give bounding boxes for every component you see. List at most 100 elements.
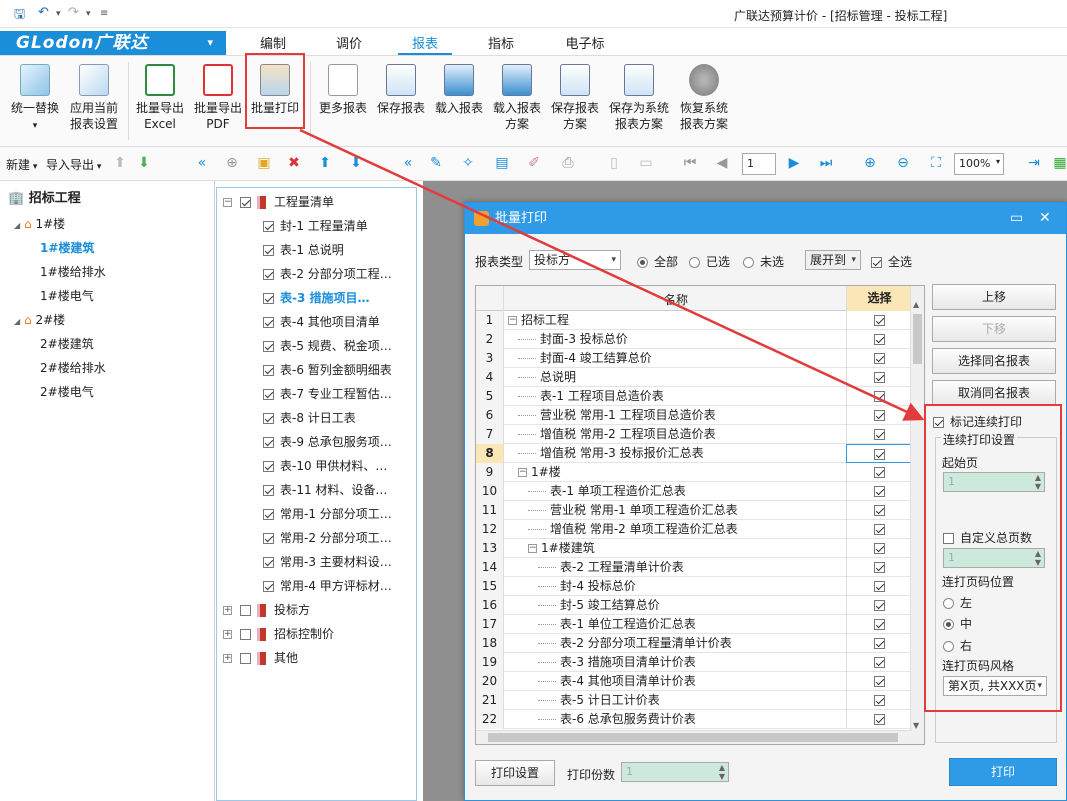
tab-indicators[interactable]: 指标 [474,33,528,55]
table-row[interactable]: 4 总说明 [476,368,912,387]
prev-page-icon[interactable]: ◀ [714,155,730,171]
collapse-icon[interactable]: − [223,198,232,207]
tree-item-1-electrical[interactable]: 1#楼电气 [40,287,94,304]
multi-page-icon[interactable]: ▭ [638,155,654,171]
select-cell[interactable] [846,691,912,710]
checkbox[interactable] [874,714,885,725]
restore-system-scheme-button[interactable]: 恢复系统 报表方案 [676,64,732,132]
redo-dropdown-icon[interactable]: ▾ [86,9,91,19]
move-down-icon[interactable]: ⬇ [136,155,152,171]
undo-dropdown-icon[interactable]: ▾ [56,9,61,19]
collapse-icon[interactable]: − [518,468,527,477]
checkbox[interactable] [263,341,274,352]
select-cell[interactable] [846,368,912,387]
move-up-icon[interactable]: ⬆ [112,155,128,171]
undo-icon[interactable]: ↶ [38,5,49,20]
arrow-down-icon[interactable]: ⬇ [348,155,364,171]
report-tree-item[interactable]: 表-7 专业工程暂估… [263,383,392,405]
table-row[interactable]: 17 表-1 单位工程造价汇总表 [476,615,912,634]
edit-report-icon[interactable]: ✐ [526,155,542,171]
report-group-bill[interactable]: − 工程量清单 [223,191,334,213]
report-tree-item[interactable]: 表-2 分部分项工程… [263,263,392,285]
scroll-up-icon[interactable]: ▲ [913,300,919,309]
export-icon[interactable]: ⇥ [1026,155,1042,171]
checkbox[interactable] [874,619,885,630]
copies-spinner[interactable]: 1 ▲ ▼ [621,762,729,782]
checkbox[interactable] [263,317,274,328]
checkbox[interactable] [873,449,885,460]
expand-to-select[interactable]: 展开到 ▾ [805,250,861,270]
checkbox[interactable] [874,315,885,326]
table-row[interactable]: 22 表-6 总承包服务费计价表 [476,710,912,729]
checkbox[interactable] [874,695,885,706]
print-settings-button[interactable]: 打印设置 [475,760,555,786]
table-row[interactable]: 15 封-4 投标总价 [476,577,912,596]
select-cell[interactable] [846,501,912,520]
expand-icon[interactable]: + [223,654,232,663]
checkbox[interactable] [874,676,885,687]
move-up-button[interactable]: 上移 [932,284,1056,310]
print-preview-icon[interactable]: ⎙ [560,155,576,171]
filter-all-radio[interactable]: 全部 [637,253,678,270]
expand-icon[interactable]: + [223,630,232,639]
scrollbar-thumb[interactable] [488,733,898,742]
report-group-other[interactable]: + 其他 [223,647,298,669]
add-folder-icon[interactable]: ▣ [256,155,272,171]
vertical-scrollbar[interactable]: ▼ ▲ [910,286,924,744]
table-row[interactable]: 19 表-3 措施项目清单计价表 [476,653,912,672]
checkbox[interactable] [874,562,885,573]
print-button[interactable]: 打印 [949,758,1057,786]
table-row[interactable]: 16 封-5 竣工结算总价 [476,596,912,615]
report-tree-item[interactable]: 常用-2 分部分项工… [263,527,392,549]
table-row[interactable]: 3 封面-4 竣工结算总价 [476,349,912,368]
table-row[interactable]: 12 增值税 常用-2 单项工程造价汇总表 [476,520,912,539]
tree-item-1-construction[interactable]: 1#楼建筑 [40,239,94,256]
checkbox[interactable] [263,269,274,280]
checkbox[interactable] [874,524,885,535]
first-page-icon[interactable]: ⏮ [682,155,698,171]
filter-unselected-radio[interactable]: 未选 [743,253,784,270]
page-setup-icon[interactable]: ▤ [494,155,510,171]
table-row[interactable]: 5 表-1 工程项目总造价表 [476,387,912,406]
table-row[interactable]: 10 表-1 单项工程造价汇总表 [476,482,912,501]
report-type-select[interactable]: 投标方 ▾ [529,250,621,270]
select-cell[interactable] [846,406,912,425]
select-cell[interactable] [846,425,912,444]
report-group-bidder[interactable]: + 投标方 [223,599,310,621]
table-row[interactable]: 21 表-5 计日工计价表 [476,691,912,710]
checkbox[interactable] [263,557,274,568]
tree-root[interactable]: 🏢 招标工程 [8,187,81,206]
checkbox[interactable] [240,197,251,208]
tab-adjust-price[interactable]: 调价 [322,33,376,55]
move-down-button[interactable]: 下移 [932,316,1056,342]
collapse-icon[interactable]: − [508,316,517,325]
single-page-icon[interactable]: ▯ [606,155,622,171]
checkbox[interactable] [874,353,885,364]
select-cell[interactable] [846,387,912,406]
report-tree-item[interactable]: 常用-3 主要材料设… [263,551,392,573]
table-row[interactable]: 1− 招标工程 [476,311,912,330]
checkbox[interactable] [240,653,251,664]
checkbox[interactable] [874,334,885,345]
scrollbar-thumb[interactable] [913,314,922,364]
select-same-name-button[interactable]: 选择同名报表 [932,348,1056,374]
add-report-icon[interactable]: ⊕ [224,155,240,171]
report-tree-item[interactable]: 表-3 措施项目… [263,287,370,309]
import-export-menu[interactable]: 导入导出 ▾ [46,156,101,173]
load-report-button[interactable]: 载入报表 [432,64,486,116]
table-row[interactable]: 18 表-2 分部分项工程量清单计价表 [476,634,912,653]
more-reports-button[interactable]: 更多报表 [316,64,370,116]
checkbox[interactable] [874,410,885,421]
checkbox[interactable] [874,638,885,649]
tree-item-2-electrical[interactable]: 2#楼电气 [40,383,94,400]
select-cell[interactable] [846,482,912,501]
select-cell[interactable] [846,463,912,482]
checkbox[interactable] [263,245,274,256]
table-row[interactable]: 13 −1#楼建筑 [476,539,912,558]
select-cell[interactable] [846,539,912,558]
excel-export-icon[interactable]: ▦ [1052,155,1067,171]
wand-icon[interactable]: ✧ [460,155,476,171]
table-row[interactable]: 9 −1#楼 [476,463,912,482]
close-icon[interactable]: ✕ [1039,203,1051,234]
report-tree-item[interactable]: 表-10 甲供材料、… [263,455,387,477]
